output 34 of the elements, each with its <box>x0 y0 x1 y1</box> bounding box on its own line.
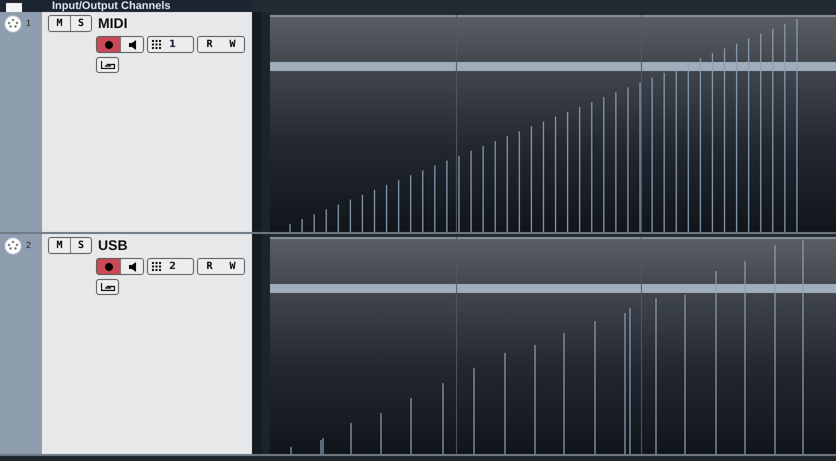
grid-icon <box>152 40 161 49</box>
solo-button[interactable]: S <box>70 16 91 31</box>
speaker-icon <box>128 262 136 272</box>
read-button[interactable]: R <box>198 37 221 52</box>
record-icon <box>104 40 112 48</box>
track-name[interactable]: USB <box>98 237 128 254</box>
edit-icon <box>100 61 114 69</box>
edit-icon <box>100 283 114 291</box>
channel-number: 2 <box>169 261 176 272</box>
track-number: 1 <box>26 18 32 28</box>
channel-button[interactable]: 1 <box>147 36 194 53</box>
edit-button[interactable] <box>96 279 119 295</box>
record-button[interactable] <box>97 37 120 52</box>
channel-button[interactable]: 2 <box>147 258 194 275</box>
grid-icon <box>152 262 161 271</box>
midi-port-icon <box>4 237 22 255</box>
read-button[interactable]: R <box>198 259 221 274</box>
speaker-icon <box>128 40 136 50</box>
checkbox[interactable] <box>6 3 22 12</box>
write-button[interactable]: W <box>221 259 244 274</box>
midi-port-icon <box>4 15 22 33</box>
track-name[interactable]: MIDI <box>98 15 128 32</box>
mute-button[interactable]: M <box>49 238 70 253</box>
record-button[interactable] <box>97 259 120 274</box>
folder-title: Input/Output Channels <box>52 0 172 12</box>
channel-number: 1 <box>169 39 176 50</box>
record-icon <box>104 262 112 270</box>
track-number: 2 <box>26 240 32 250</box>
solo-button[interactable]: S <box>70 238 91 253</box>
mute-button[interactable]: M <box>49 16 70 31</box>
monitor-button[interactable] <box>120 37 143 52</box>
monitor-button[interactable] <box>120 259 143 274</box>
edit-button[interactable] <box>96 57 119 73</box>
write-button[interactable]: W <box>221 37 244 52</box>
